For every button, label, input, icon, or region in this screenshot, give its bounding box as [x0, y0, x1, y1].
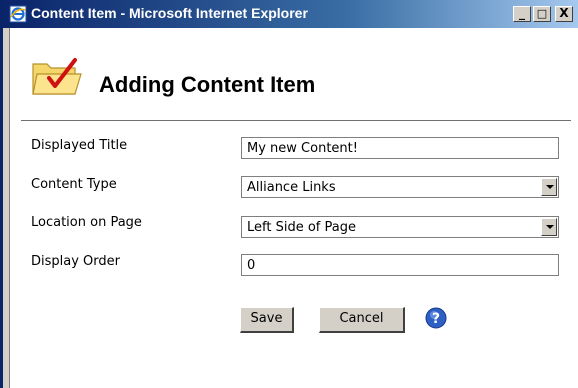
- page-title: Adding Content Item: [99, 72, 316, 97]
- close-button[interactable]: X: [555, 6, 573, 22]
- dialog-content: Adding Content Item Displayed Title My n…: [11, 28, 578, 388]
- content-type-value: Alliance Links: [247, 180, 336, 195]
- minimize-button[interactable]: _: [513, 6, 531, 22]
- location-select[interactable]: Left Side of Page: [241, 216, 559, 238]
- location-label: Location on Page: [31, 215, 142, 230]
- help-icon[interactable]: ?: [425, 307, 447, 329]
- display-order-input[interactable]: 0: [241, 254, 559, 276]
- chevron-down-icon[interactable]: [541, 178, 557, 196]
- display-order-label: Display Order: [31, 254, 120, 269]
- svg-text:?: ?: [432, 311, 440, 327]
- maximize-button[interactable]: □: [533, 6, 551, 22]
- chevron-down-icon[interactable]: [541, 218, 557, 236]
- content-type-select[interactable]: Alliance Links: [241, 176, 559, 198]
- location-value: Left Side of Page: [247, 220, 356, 235]
- displayed-title-label: Displayed Title: [31, 138, 128, 153]
- folder-check-icon: [32, 58, 82, 95]
- browser-window: Content Item - Microsoft Internet Explor…: [0, 0, 578, 388]
- divider: [21, 120, 571, 121]
- window-frame: [3, 28, 10, 388]
- displayed-title-input[interactable]: My new Content!: [241, 137, 559, 159]
- title-bar[interactable]: Content Item - Microsoft Internet Explor…: [3, 0, 578, 28]
- save-button[interactable]: Save: [240, 307, 294, 333]
- content-type-label: Content Type: [31, 177, 117, 192]
- window-title: Content Item - Microsoft Internet Explor…: [31, 5, 308, 21]
- ie-icon: [9, 5, 27, 23]
- cancel-button[interactable]: Cancel: [319, 307, 405, 333]
